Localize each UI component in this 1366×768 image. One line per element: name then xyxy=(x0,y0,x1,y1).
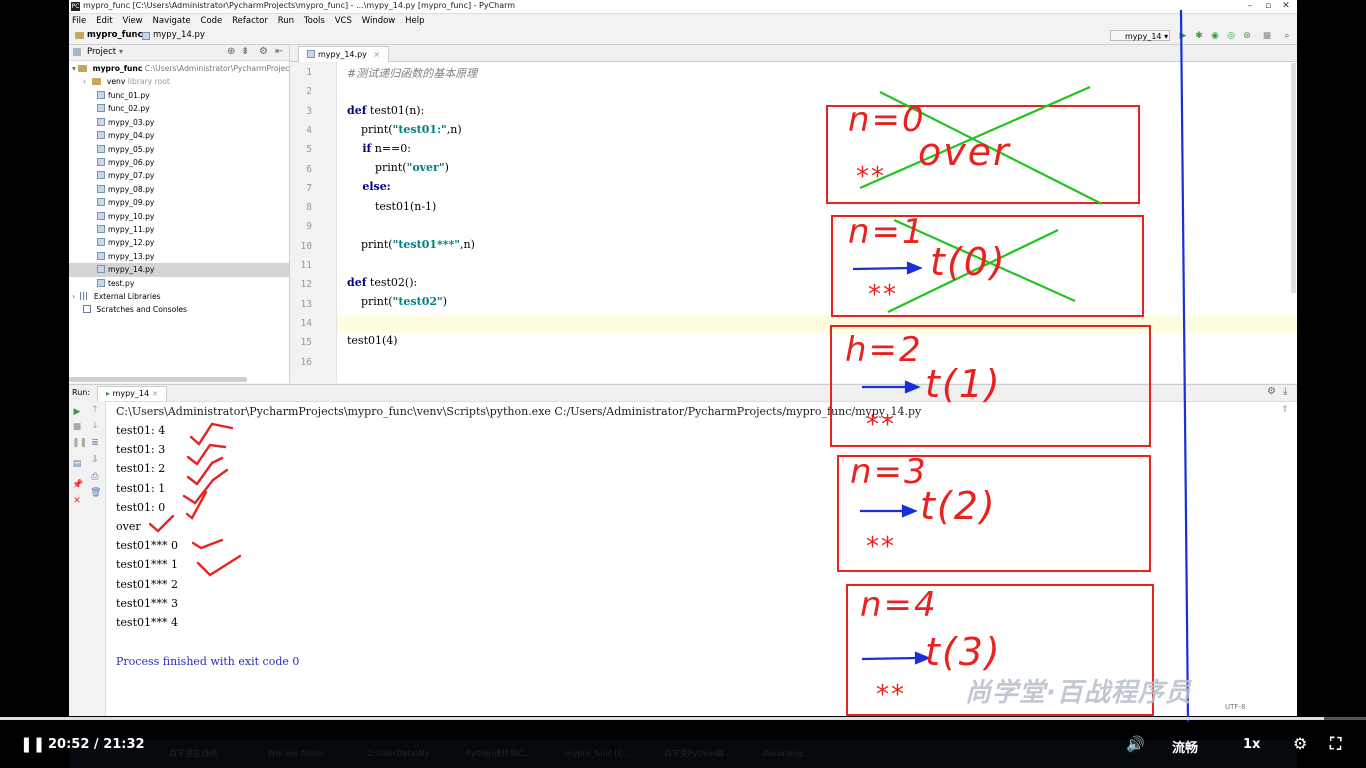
call-arrow xyxy=(852,266,911,271)
call-arrow xyxy=(861,656,919,661)
checkmark xyxy=(148,514,175,533)
frame-label-call: over xyxy=(918,130,1011,174)
pause-icon[interactable]: ❚❚ xyxy=(20,735,45,753)
frame-label-n: n=3 xyxy=(850,452,928,492)
frame-label-stars: ** xyxy=(866,410,896,440)
annotation-overlay xyxy=(148,9,1190,723)
frame-label-n: h=2 xyxy=(845,330,923,370)
progress-fill xyxy=(0,717,1324,720)
fullscreen-icon[interactable]: ⛶ xyxy=(1330,734,1341,754)
frame-label-stars: ** xyxy=(876,680,906,710)
checkmark xyxy=(185,490,208,520)
quality-selector[interactable]: 流畅 xyxy=(1172,737,1198,756)
watermark: 尚学堂·百战程序员 xyxy=(965,678,1192,708)
checkmark xyxy=(191,538,224,550)
frame-label-n: n=1 xyxy=(848,212,926,252)
frame-label-call: t(0) xyxy=(930,240,1007,284)
checkmark xyxy=(182,468,229,505)
status-encoding[interactable]: UTF-8 xyxy=(1225,703,1245,711)
frame-label-n: n=4 xyxy=(860,585,938,625)
time-display: 20:52 / 21:32 xyxy=(48,737,145,752)
time-total: 21:32 xyxy=(103,737,145,752)
frame-label-call: t(2) xyxy=(920,484,997,528)
settings-gear-icon[interactable]: ⚙ xyxy=(1293,734,1307,753)
video-player-controls xyxy=(0,716,1366,768)
speed-selector[interactable]: 1x xyxy=(1243,737,1260,752)
frame-label-stars: ** xyxy=(866,532,896,562)
frame-label-stars: ** xyxy=(856,162,886,192)
blue-vertical-line xyxy=(1179,9,1190,723)
checkmark xyxy=(186,443,227,466)
checkmark xyxy=(189,422,234,446)
volume-icon[interactable]: 🔊 xyxy=(1126,735,1145,753)
checkmark xyxy=(196,554,242,577)
frame-label-n: n=0 xyxy=(848,100,926,140)
time-current: 20:52 xyxy=(48,737,90,752)
frame-label-call: t(3) xyxy=(925,630,1002,674)
frame-label-stars: ** xyxy=(868,280,898,310)
frame-label-call: t(1) xyxy=(925,362,1002,406)
